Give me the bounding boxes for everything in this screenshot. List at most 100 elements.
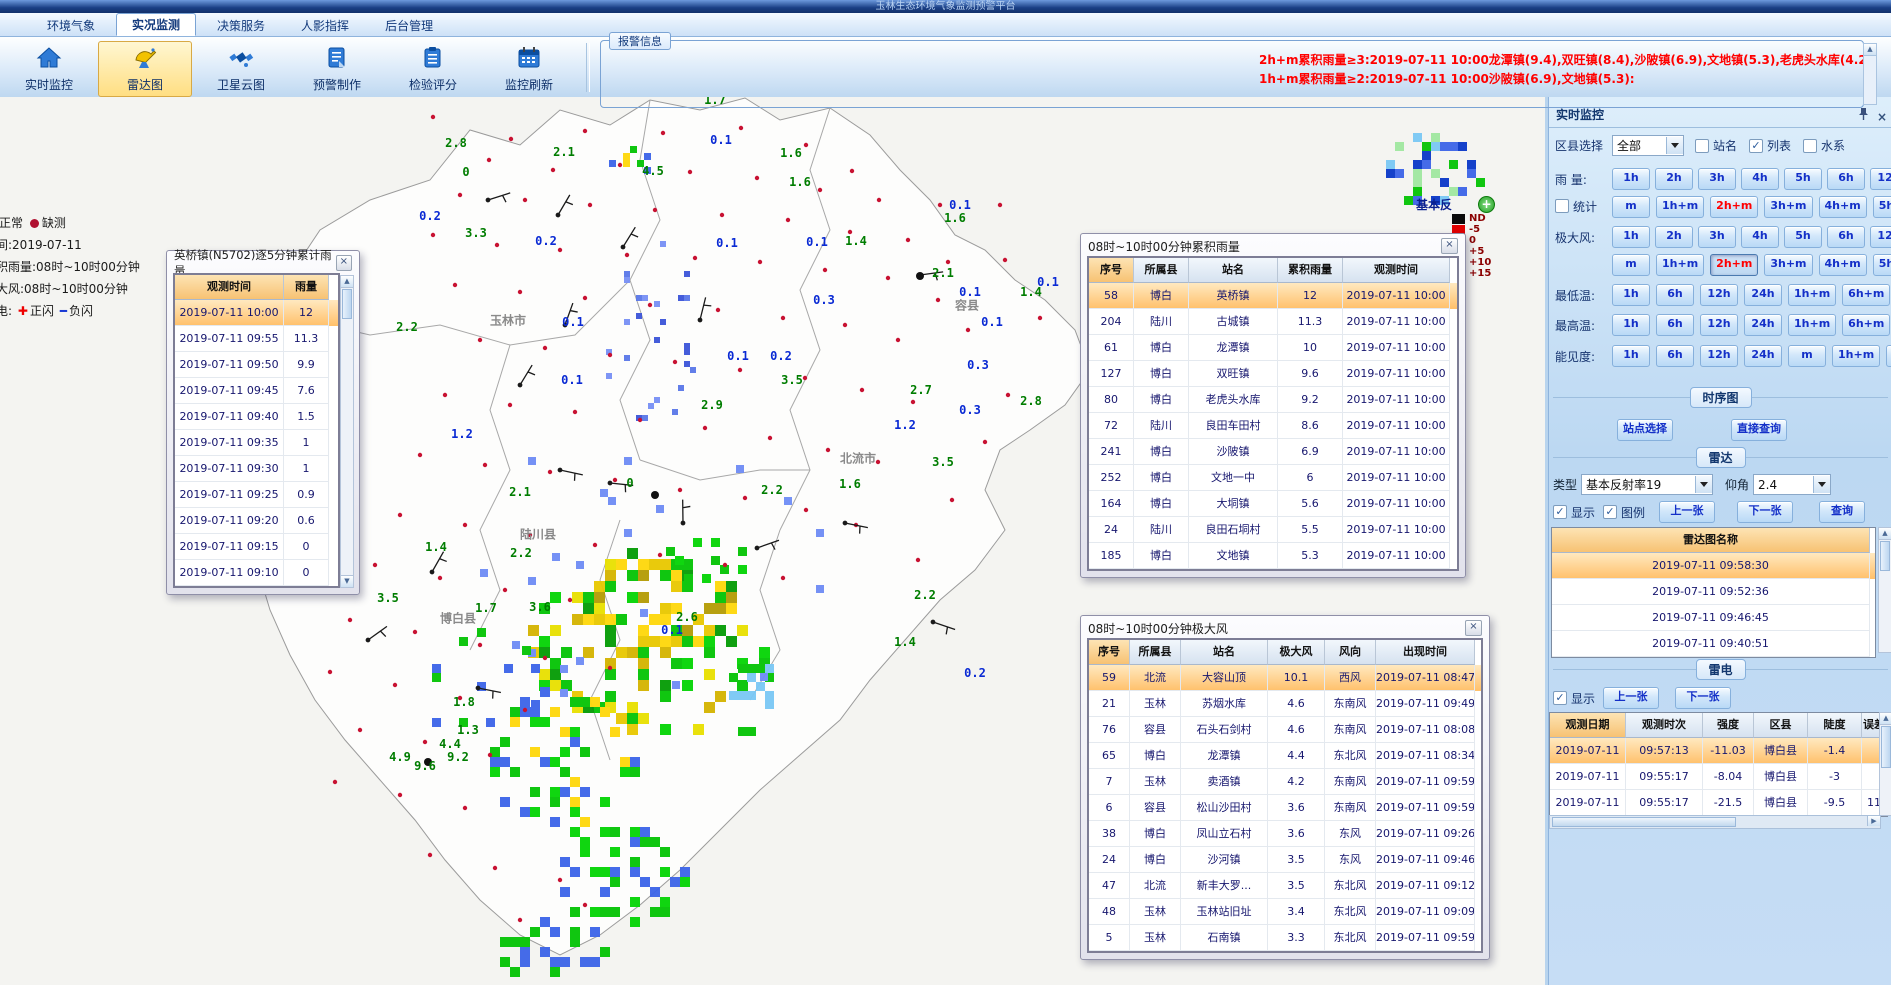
range-button-1h+m[interactable]: 1h+m [1656, 196, 1704, 218]
range-button-4h[interactable]: 4h [1741, 226, 1779, 248]
table-row[interactable]: 2019-07-1109:55:17-8.04博白县-3 [1550, 764, 1887, 790]
chevron-down-icon[interactable] [1813, 476, 1830, 493]
range-button-4h[interactable]: 4h [1741, 168, 1779, 190]
column-header[interactable]: 累积雨量 [1278, 258, 1343, 283]
radar-next-button[interactable]: 下一张 [1737, 501, 1793, 523]
lightning-scrollbar[interactable]: ▲ [1879, 712, 1891, 816]
scroll-up-icon[interactable]: ▲ [1879, 528, 1891, 540]
table-row[interactable]: 2019-07-1109:55:17-21.5博白县-9.511 [1550, 790, 1887, 816]
column-header[interactable]: 站名 [1189, 258, 1278, 283]
column-header[interactable]: 区县 [1754, 713, 1808, 738]
lightning-next-button[interactable]: 下一张 [1675, 687, 1731, 709]
checkbox-icon[interactable] [1803, 139, 1817, 153]
range-button-6h+m[interactable]: 6h+m [1842, 314, 1890, 336]
range-button-1h[interactable]: 1h [1612, 314, 1650, 336]
table-row[interactable]: 72陆川良田车田村8.62019-07-11 10:00 [1089, 413, 1457, 439]
range-button-1h+m[interactable]: 1h+m [1788, 284, 1836, 306]
column-header[interactable]: 观测时间 [175, 275, 284, 300]
column-header[interactable]: 极大风 [1268, 640, 1325, 665]
range-button-3h[interactable]: 3h [1698, 226, 1736, 248]
range-button-3h[interactable]: 3h [1698, 168, 1736, 190]
table-row[interactable]: 164博白大垌镇5.62019-07-11 10:00 [1089, 491, 1457, 517]
close-icon[interactable]: × [1441, 238, 1458, 254]
range-button-6h+m[interactable]: 6h+m [1842, 284, 1890, 306]
column-header[interactable]: 观测时次 [1626, 713, 1703, 738]
range-button-24h[interactable]: 24h [1744, 345, 1782, 367]
radar-image-list[interactable]: 雷达图名称2019-07-11 09:58:302019-07-11 09:52… [1551, 527, 1876, 658]
table-row[interactable]: 2019-07-11 09:509.9 [175, 352, 338, 378]
range-button-m[interactable]: m [1788, 345, 1826, 367]
table-row[interactable]: 2019-07-1109:57:13-11.03博白县-1.4 [1550, 738, 1887, 764]
scroll-up-icon[interactable]: ▲ [341, 276, 353, 288]
scroll-thumb[interactable] [1880, 541, 1890, 571]
checkbox-station-name[interactable]: 站名 [1695, 137, 1737, 154]
range-button-6h[interactable]: 6h [1656, 345, 1694, 367]
column-header[interactable]: 陡度 [1808, 713, 1862, 738]
column-header[interactable]: 出现时间 [1376, 640, 1475, 665]
table-row[interactable]: 127博白双旺镇9.62019-07-11 10:00 [1089, 361, 1457, 387]
menu-tab-决策服务[interactable]: 决策服务 [202, 15, 280, 36]
panel-area-rain[interactable]: 08时~10时00分钟累积雨量 × 序号所属县站名累积雨量观测时间58博白英桥镇… [1080, 233, 1466, 578]
toolbar-button-卫星云图[interactable]: 卫星云图 [194, 41, 288, 97]
range-button-6h[interactable]: 6h [1827, 168, 1865, 190]
pin-icon[interactable] [1858, 107, 1869, 120]
range-button-5h+m[interactable]: 5h+m [1873, 196, 1891, 218]
table-row[interactable]: 6容县松山沙田村3.6东南风2019-07-11 09:59 [1089, 795, 1481, 821]
table-row[interactable]: 241博白沙陂镇6.92019-07-11 10:00 [1089, 439, 1457, 465]
legend-add-button[interactable]: + [1478, 196, 1495, 213]
table-row[interactable]: 185博白文地镇5.32019-07-11 10:00 [1089, 543, 1457, 569]
column-header[interactable]: 序号 [1089, 640, 1130, 665]
panel-max-wind[interactable]: 08时~10时00分钟极大风 × 序号所属县站名极大风风向出现时间59北流大容山… [1080, 615, 1490, 960]
checkbox-list[interactable]: ✓列表 [1749, 137, 1791, 154]
column-header[interactable]: 站名 [1181, 640, 1268, 665]
column-header[interactable]: 雷达图名称 [1552, 528, 1870, 553]
range-button-1h+m[interactable]: 1h+m [1832, 345, 1880, 367]
toolbar-button-实时监控[interactable]: 实时监控 [2, 41, 96, 97]
station-rain-table[interactable]: 观测时间雨量2019-07-11 10:00122019-07-11 09:55… [173, 273, 340, 588]
range-button-2h[interactable]: 2h [1655, 168, 1693, 190]
table-row[interactable]: 21玉林苏烟水库4.6东南风2019-07-11 09:49 [1089, 691, 1481, 717]
range-button-24h[interactable]: 24h [1744, 314, 1782, 336]
column-header[interactable]: 雨量 [284, 275, 329, 300]
checkbox-icon[interactable]: ✓ [1553, 505, 1567, 519]
range-button-1h[interactable]: 1h [1612, 226, 1650, 248]
table-row[interactable]: 58博白英桥镇122019-07-11 10:00 [1089, 283, 1457, 309]
table-row[interactable]: 2019-07-11 10:0012 [175, 300, 338, 326]
table-row[interactable]: 2019-07-11 09:200.6 [175, 508, 338, 534]
table-row[interactable]: 2019-07-11 09:100 [175, 560, 338, 586]
chevron-down-icon[interactable] [1666, 137, 1683, 154]
range-button-3h+m[interactable]: 3h+m [1764, 254, 1812, 276]
table-row[interactable]: 204陆川古城镇11.32019-07-11 10:00 [1089, 309, 1457, 335]
radar-list-scrollbar[interactable]: ▲ [1878, 527, 1891, 653]
table-row[interactable]: 2019-07-11 09:301 [175, 456, 338, 482]
column-header[interactable]: 序号 [1089, 258, 1134, 283]
table-row[interactable]: 2019-07-11 09:250.9 [175, 482, 338, 508]
range-button-1h[interactable]: 1h [1612, 168, 1650, 190]
area-rain-table[interactable]: 序号所属县站名累积雨量观测时间58博白英桥镇122019-07-11 10:00… [1087, 256, 1459, 571]
table-row[interactable]: 48玉林玉林站旧址3.4东北风2019-07-11 09:09 [1089, 899, 1481, 925]
checkbox-water[interactable]: 水系 [1803, 137, 1845, 154]
range-button-6h[interactable]: 6h [1827, 226, 1865, 248]
table-row[interactable]: 38博白凤山立石村3.6东风2019-07-11 09:26 [1089, 821, 1481, 847]
range-button-3h+m[interactable]: 3h+m [1764, 196, 1812, 218]
table-row[interactable]: 5玉林石南镇3.3东北风2019-07-11 09:59 [1089, 925, 1481, 951]
checkbox-icon[interactable]: ✓ [1553, 691, 1567, 705]
column-header[interactable]: 强度 [1703, 713, 1754, 738]
toolbar-button-监控刷新[interactable]: 监控刷新 [482, 41, 576, 97]
panel-station-rain[interactable]: 英桥镇(N5702)逐5分钟累计雨量 × 观测时间雨量2019-07-11 10… [166, 250, 360, 595]
range-button-4h+m[interactable]: 4h+m [1819, 254, 1867, 276]
range-button-1h+m[interactable]: 1h+m [1656, 254, 1704, 276]
table-row[interactable]: 59北流大容山顶10.1西风2019-07-11 08:47 [1089, 665, 1481, 691]
station-select-button[interactable]: 站点选择 [1617, 419, 1673, 441]
checkbox-icon[interactable] [1555, 199, 1569, 213]
scroll-thumb[interactable] [1881, 726, 1891, 768]
collapse-icon[interactable]: × [1877, 107, 1887, 127]
range-button-1h[interactable]: 1h [1612, 284, 1650, 306]
table-row[interactable]: 2019-07-11 09:351 [175, 430, 338, 456]
range-button-6h[interactable]: 6h [1656, 314, 1694, 336]
checkbox-lightning-show[interactable]: ✓显示 [1553, 690, 1595, 707]
menu-tab-人影指挥[interactable]: 人影指挥 [286, 15, 364, 36]
range-button-12h[interactable]: 12h [1700, 314, 1738, 336]
scroll-up-icon[interactable]: ▲ [1864, 44, 1876, 56]
range-button-m[interactable]: m [1612, 254, 1650, 276]
